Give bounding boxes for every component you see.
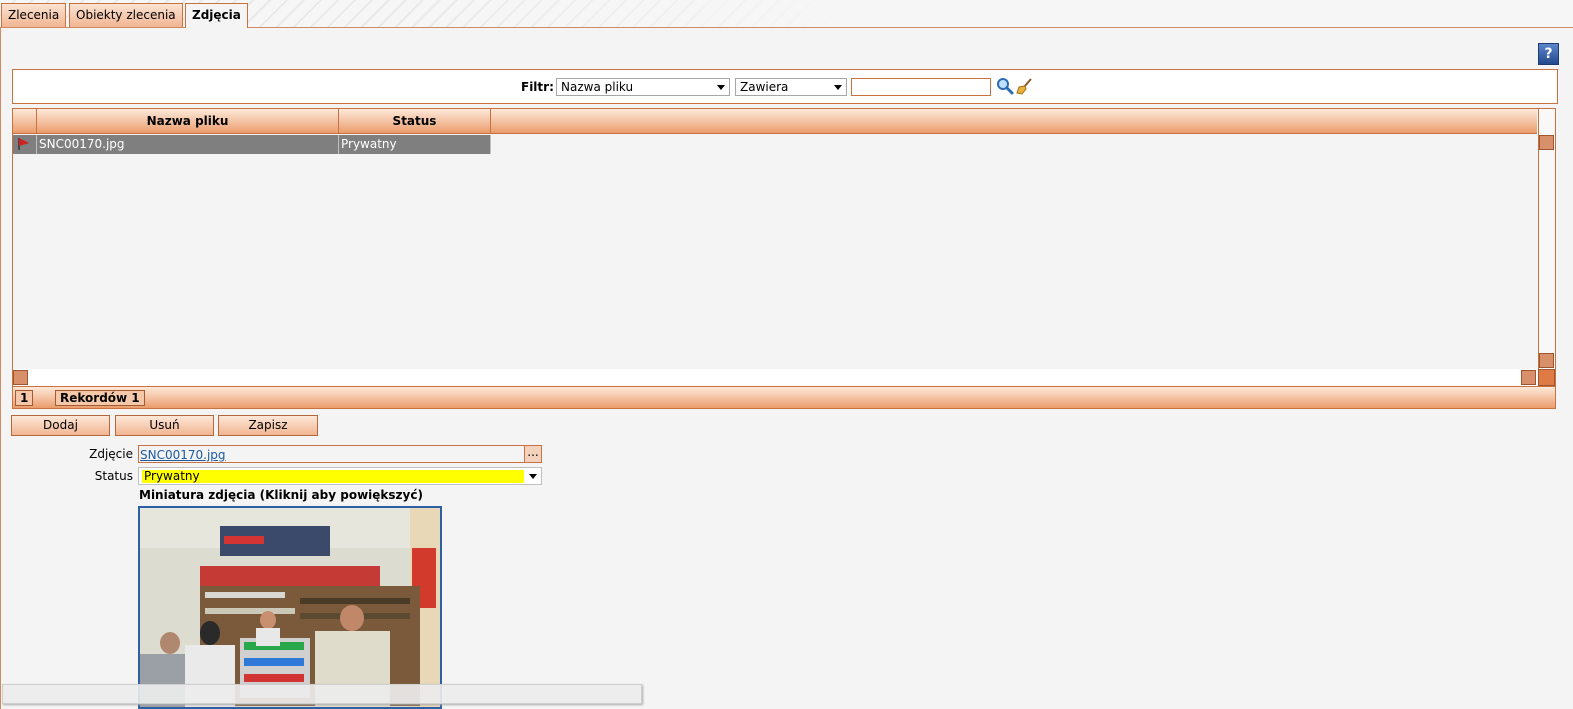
grid-pager: 1 Rekordów 1 bbox=[13, 386, 1555, 408]
status-value: Prywatny bbox=[142, 470, 524, 483]
tab-obiekty-zlecenia[interactable]: Obiekty zlecenia bbox=[69, 3, 183, 27]
vertical-scrollbar[interactable] bbox=[1538, 109, 1555, 371]
filter-operator-value: Zawiera bbox=[740, 80, 789, 94]
status-label: Status bbox=[94, 469, 133, 483]
scroll-corner bbox=[1538, 369, 1555, 386]
chevron-down-icon bbox=[529, 474, 537, 479]
add-button[interactable]: Dodaj bbox=[11, 415, 110, 436]
scroll-down-button[interactable] bbox=[1539, 353, 1554, 368]
save-button[interactable]: Zapisz bbox=[218, 415, 318, 436]
help-icon: ? bbox=[1544, 46, 1553, 62]
grid-header: Nazwa pliku Status bbox=[13, 109, 1537, 134]
tab-strip: Zlecenia Obiekty zlecenia Zdjęcia bbox=[0, 0, 1573, 28]
table-row[interactable]: SNC00170.jpg Prywatny bbox=[13, 135, 491, 154]
delete-button[interactable]: Usuń bbox=[115, 415, 214, 436]
photo-field: SNC00170.jpg ... bbox=[138, 445, 542, 463]
status-select[interactable]: Prywatny bbox=[138, 467, 542, 485]
chevron-down-icon bbox=[717, 85, 725, 90]
scroll-right-button[interactable] bbox=[1521, 370, 1536, 385]
page-number[interactable]: 1 bbox=[15, 390, 34, 406]
records-count: Rekordów 1 bbox=[55, 390, 145, 406]
filter-field-select[interactable]: Nazwa pliku bbox=[556, 78, 730, 96]
row-file-name: SNC00170.jpg bbox=[37, 135, 339, 154]
flag-icon bbox=[18, 138, 29, 150]
browse-button[interactable]: ... bbox=[524, 446, 541, 462]
broom-icon[interactable] bbox=[1016, 77, 1034, 95]
header-icon-column bbox=[13, 109, 37, 133]
browser-status-bar bbox=[2, 684, 642, 704]
row-status: Prywatny bbox=[339, 135, 491, 154]
photo-link[interactable]: SNC00170.jpg bbox=[140, 447, 226, 463]
tab-zdjecia[interactable]: Zdjęcia bbox=[185, 3, 248, 28]
help-button[interactable]: ? bbox=[1538, 43, 1559, 65]
photo-thumbnail[interactable] bbox=[138, 506, 442, 709]
filter-field-value: Nazwa pliku bbox=[561, 80, 634, 94]
thumbnail-title: Miniatura zdjęcia (Kliknij aby powiększy… bbox=[139, 488, 423, 502]
scroll-left-button[interactable] bbox=[13, 370, 28, 385]
chevron-down-icon bbox=[834, 85, 842, 90]
search-icon[interactable] bbox=[996, 77, 1014, 95]
filter-operator-select[interactable]: Zawiera bbox=[735, 78, 847, 96]
photo-thumbnail-image bbox=[140, 508, 440, 707]
filter-bar: Filtr: Nazwa pliku Zawiera bbox=[12, 69, 1558, 104]
tab-zlecenia[interactable]: Zlecenia bbox=[1, 3, 67, 27]
photos-grid: Nazwa pliku Status SNC00170.jpg Prywatny… bbox=[12, 108, 1556, 409]
tab-strip-background bbox=[400, 0, 1573, 27]
photo-label: Zdjęcie bbox=[89, 447, 133, 461]
scroll-up-button[interactable] bbox=[1539, 135, 1554, 150]
horizontal-scrollbar[interactable] bbox=[13, 369, 1538, 386]
header-file-name[interactable]: Nazwa pliku bbox=[37, 109, 339, 133]
filter-value-input[interactable] bbox=[851, 78, 991, 96]
row-icon-cell bbox=[13, 135, 37, 154]
header-status[interactable]: Status bbox=[339, 109, 491, 133]
filter-label: Filtr: bbox=[521, 80, 554, 94]
